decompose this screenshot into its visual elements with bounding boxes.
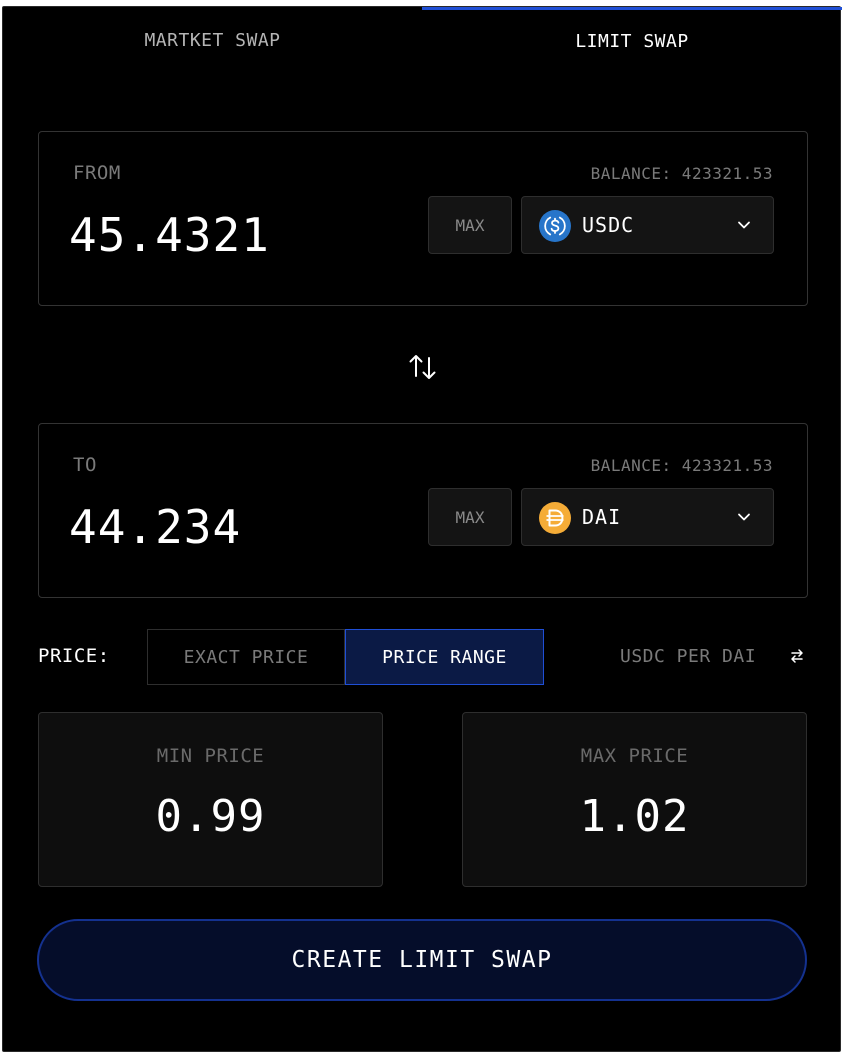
from-amount-input[interactable] bbox=[69, 208, 409, 262]
create-limit-swap-button[interactable]: CREATE LIMIT SWAP bbox=[37, 919, 807, 1001]
from-max-button[interactable]: MAX bbox=[428, 196, 512, 254]
to-balance: BALANCE: 423321.53 bbox=[590, 456, 773, 475]
limit-swap-panel: MARTKET SWAP LIMIT SWAP FROM BALANCE: 42… bbox=[2, 6, 842, 1052]
invert-unit-icon[interactable] bbox=[788, 647, 806, 665]
exact-price-toggle[interactable]: EXACT PRICE bbox=[147, 629, 345, 685]
swap-mode-tabs: MARTKET SWAP LIMIT SWAP bbox=[3, 7, 842, 73]
max-price-box: MAX PRICE bbox=[462, 712, 807, 887]
from-token-name: USDC bbox=[582, 213, 635, 237]
max-price-label: MAX PRICE bbox=[580, 745, 689, 767]
to-token-select[interactable]: DAI bbox=[521, 488, 774, 546]
min-price-input[interactable] bbox=[39, 791, 382, 842]
to-label: TO bbox=[73, 454, 97, 476]
to-token-box: TO BALANCE: 423321.53 MAX DAI bbox=[38, 423, 808, 598]
price-label: PRICE: bbox=[38, 645, 110, 667]
tab-market-swap[interactable]: MARTKET SWAP bbox=[3, 7, 422, 73]
chevron-down-icon bbox=[738, 513, 750, 521]
from-token-box: FROM BALANCE: 423321.53 MAX USDC bbox=[38, 131, 808, 306]
max-price-input[interactable] bbox=[463, 791, 806, 842]
usdc-icon bbox=[539, 210, 571, 242]
price-range-toggle[interactable]: PRICE RANGE bbox=[345, 629, 544, 685]
price-unit-label: USDC PER DAI bbox=[620, 646, 757, 667]
from-balance: BALANCE: 423321.53 bbox=[590, 164, 773, 183]
swap-direction-icon[interactable] bbox=[405, 349, 441, 385]
to-amount-input[interactable] bbox=[69, 500, 409, 554]
min-price-box: MIN PRICE bbox=[38, 712, 383, 887]
to-token-name: DAI bbox=[582, 505, 622, 529]
from-label: FROM bbox=[73, 162, 121, 184]
dai-icon bbox=[539, 502, 571, 534]
to-max-button[interactable]: MAX bbox=[428, 488, 512, 546]
chevron-down-icon bbox=[738, 221, 750, 229]
min-price-label: MIN PRICE bbox=[156, 745, 265, 767]
tab-limit-swap[interactable]: LIMIT SWAP bbox=[422, 7, 842, 73]
from-token-select[interactable]: USDC bbox=[521, 196, 774, 254]
